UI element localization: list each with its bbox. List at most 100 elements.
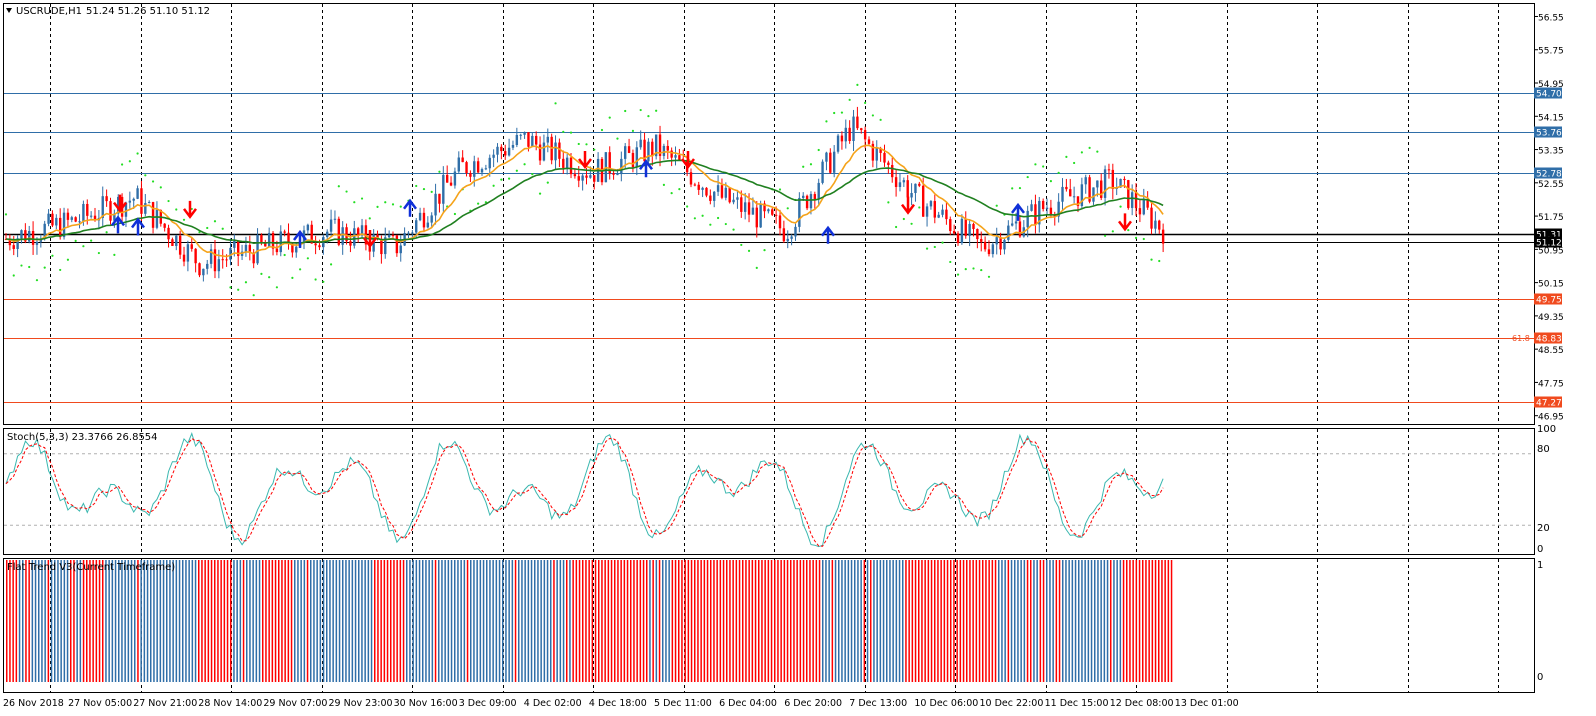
candle-body (774, 214, 778, 216)
psar-dot (477, 202, 480, 205)
flat-trend-bar (905, 560, 907, 682)
psar-dot (755, 266, 758, 269)
psar-dot (105, 231, 108, 234)
candle-body (132, 198, 135, 201)
flat-trend-bar (655, 560, 658, 682)
stoch-label: Stoch(5,3,3) 23.3766 26.8554 (7, 432, 158, 443)
chart-canvas[interactable]: 54.7053.7652.7851.3151.1249.7548.8347.27… (0, 0, 1596, 716)
flat-trend-bar (76, 560, 78, 682)
flat-trend-bar (406, 560, 408, 682)
psar-dot (716, 216, 720, 220)
candle-body (790, 236, 793, 239)
flat-trend-bar (543, 560, 546, 682)
psar-dot (4, 213, 8, 216)
flat-trend-bar (562, 560, 565, 682)
flat-trend-bar (518, 560, 520, 682)
psar-dot (809, 163, 813, 166)
flat-trend-bar (1007, 560, 1010, 682)
candle-body (167, 227, 170, 240)
psar-dot (438, 170, 441, 173)
flat-trend-bar (569, 560, 571, 682)
flat-trend-bar (399, 560, 402, 682)
psar-dot (237, 288, 240, 291)
flat-trend-bar (537, 560, 539, 682)
time-tick-label: 11 Dec 15:00 (1045, 698, 1109, 709)
psar-dot (144, 174, 147, 177)
psar-dot (747, 249, 751, 252)
psar-dot (662, 183, 666, 187)
candle-body (581, 175, 584, 181)
price-tick-label: 51.75 (1538, 213, 1564, 223)
flat-trend-bar (758, 560, 760, 682)
candle-body (627, 146, 631, 153)
flat-trend-bar (745, 560, 747, 682)
flat-trend-bar (521, 560, 523, 682)
candle-body (558, 142, 561, 159)
candle-body (28, 231, 31, 242)
psar-dot (20, 264, 23, 267)
flat-trend-bar (492, 560, 494, 682)
candle-body (217, 259, 221, 272)
flat-trend-bar (294, 560, 296, 682)
flat-trend-bar (802, 560, 805, 682)
flat-trend-bar (390, 560, 392, 682)
psar-dot (964, 268, 967, 271)
candle-body (47, 213, 50, 224)
psar-dot (833, 111, 836, 115)
candle-body (624, 146, 627, 159)
time-tick-label: 6 Dec 20:00 (784, 698, 842, 709)
stoch-signal-line (5, 437, 1164, 547)
candle-body (453, 171, 457, 186)
psar-dot (802, 165, 805, 168)
psar-dot (291, 276, 294, 279)
flat-trend-bar (735, 560, 738, 682)
candle-body (538, 144, 542, 161)
flat-trend-bar (393, 560, 395, 682)
flat-trend-bar (793, 560, 795, 682)
flat-trend-bar (790, 560, 792, 682)
flat-trend-bar (943, 560, 946, 682)
psar-dot (825, 120, 828, 123)
flat-trend-bar (230, 560, 232, 682)
stochastic-lines (4, 431, 1534, 548)
psar-dot (918, 206, 921, 209)
flat-trend-bar (713, 560, 715, 682)
candle-body (569, 157, 573, 175)
psar-dot (175, 208, 178, 211)
flat-trend-bar (934, 560, 936, 682)
flat-trend-bar (527, 560, 530, 682)
candle-body (62, 212, 66, 238)
psar-dot (1119, 205, 1122, 208)
candle-body (295, 246, 298, 253)
flat-trend-bar (1036, 560, 1038, 682)
flat-trend-bar (1074, 560, 1077, 682)
flat-trend-bar (1026, 560, 1029, 682)
flat-trend-bar (348, 560, 350, 682)
candle-body (488, 157, 491, 169)
flat-trend-bar (201, 560, 203, 682)
flat-trend-bar (678, 560, 680, 682)
flat-trend-bar (127, 560, 130, 682)
psar-dot (213, 220, 217, 223)
psar-dot (639, 108, 642, 112)
candle-body (206, 263, 209, 269)
flat-trend-bar (134, 560, 136, 682)
psar-dot (693, 217, 696, 220)
psar-dot (66, 258, 70, 261)
symbol-menu-triangle-icon[interactable] (6, 8, 12, 13)
candle-body (1158, 220, 1161, 230)
flat-trend-bar (1052, 560, 1054, 682)
psar-dot (778, 188, 782, 191)
flat-trend-bar (1161, 560, 1163, 682)
price-axis: 54.7053.7652.7851.3151.1249.7548.8347.27… (1534, 13, 1564, 423)
flat-trend-bar (604, 560, 606, 682)
flat-trend-bar (150, 560, 152, 682)
flat-trend-bar (863, 560, 866, 682)
flat-trend-bar (1042, 560, 1045, 682)
flat-trend-bar (47, 560, 50, 682)
candle-body (1041, 200, 1045, 210)
flat-trend-bar (697, 560, 699, 682)
flat-trend-bar (876, 560, 878, 682)
stoch-main-line (5, 431, 1164, 548)
flat-trend-bar (470, 560, 472, 682)
